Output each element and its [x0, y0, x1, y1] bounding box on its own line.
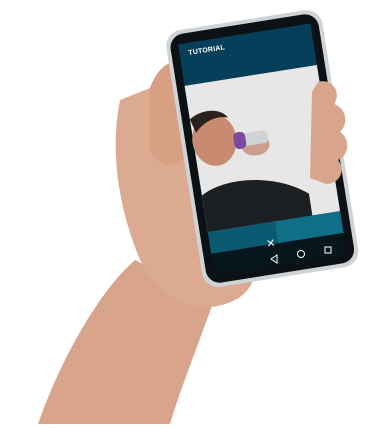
photo-scene — [0, 0, 368, 424]
hand-holding-phone-illustration — [38, 10, 359, 424]
